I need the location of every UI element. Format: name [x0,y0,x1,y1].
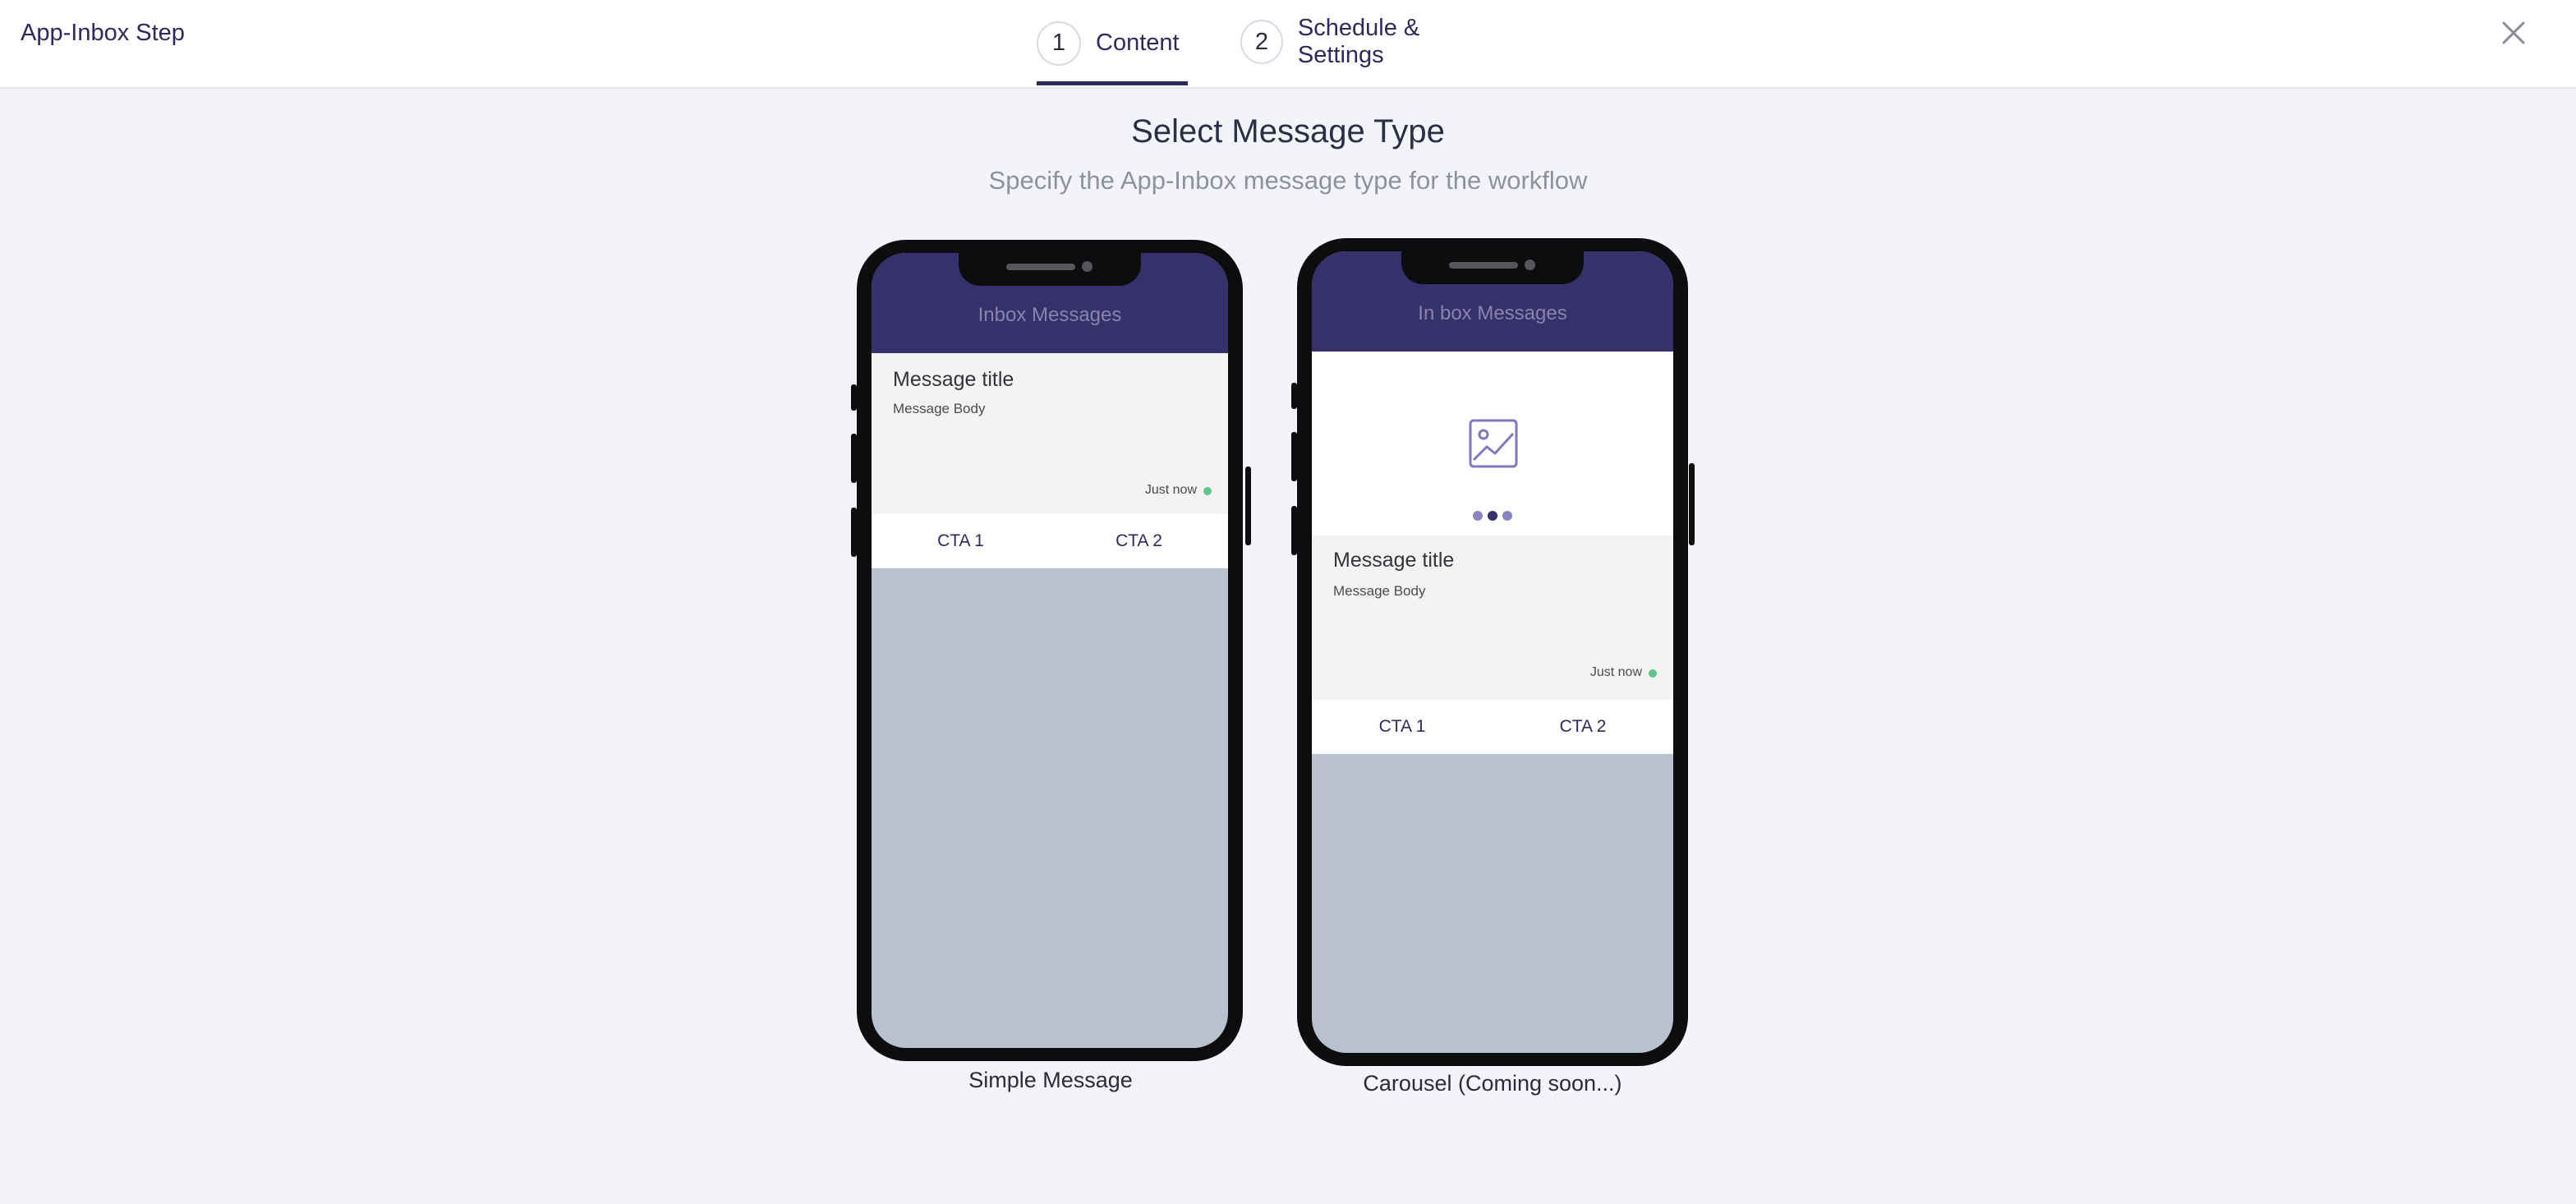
step-number-1: 1 [1037,21,1081,66]
close-icon [2502,21,2525,44]
step-label-schedule-settings: Schedule & Settings [1297,15,1420,68]
message-timestamp: Just now [1589,665,1642,679]
message-body: Message Body [1333,583,1426,599]
close-button[interactable] [2497,16,2530,49]
top-bar: App-Inbox Step 1 Content 2 Schedule & Se… [0,0,2576,89]
phone-notch [959,253,1141,286]
phone-frame: In box Messages Message title Message Bo… [1297,238,1688,1066]
cta-1-button[interactable]: CTA 1 [1312,700,1493,754]
phone-camera [1082,261,1092,272]
message-card: Message title Message Body Just now [1312,535,1673,700]
app-title: App-Inbox Step [21,20,185,46]
phone-screen: In box Messages Message title Message Bo… [1312,251,1673,1053]
carousel-dot [1488,511,1497,521]
cta-1-button[interactable]: CTA 1 [872,514,1050,568]
phone-speaker [1006,264,1075,270]
message-title: Message title [893,368,1014,391]
phone-frame: Inbox Messages Message title Message Bod… [857,240,1243,1061]
message-card: Message title Message Body Just now [872,353,1228,514]
option-caption-simple-message: Simple Message [968,1068,1133,1092]
carousel-dot [1502,511,1512,521]
phone-camera [1525,260,1535,270]
cta-2-button[interactable]: CTA 2 [1493,700,1673,754]
cta-2-button[interactable]: CTA 2 [1050,514,1228,568]
page-subtitle: Specify the App-Inbox message type for t… [988,166,1588,195]
step-label-content: Content [1096,30,1180,56]
simple-message-option[interactable]: Inbox Messages Message title Message Bod… [851,240,1251,1102]
image-placeholder-icon [1469,419,1518,468]
phone-screen: Inbox Messages Message title Message Bod… [872,253,1228,1048]
phone-side-button [851,384,857,411]
inbox-header-title: Inbox Messages [978,304,1122,326]
phone-notch [1401,251,1584,284]
step-schedule-settings-tab[interactable]: 2 Schedule & Settings [1240,8,1503,85]
option-caption-carousel: Carousel (Coming soon...) [1363,1071,1622,1096]
carousel-indicator [1312,511,1673,521]
carousel-option[interactable]: In box Messages Message title Message Bo… [1291,238,1695,1101]
phone-side-button [851,434,857,483]
cta-row: CTA 1 CTA 2 [872,514,1228,568]
carousel-dot [1473,511,1483,521]
step-number-2: 2 [1240,20,1283,64]
phone-side-button [1291,432,1297,481]
unread-status-dot [1203,487,1212,495]
phone-side-button [1291,383,1297,409]
page-title: Select Message Type [1131,113,1445,149]
phone-side-button [851,508,857,557]
carousel-image-area [1312,352,1673,535]
step-content-tab[interactable]: 1 Content [1037,8,1188,85]
phone-side-button [1291,506,1297,555]
cta-row: CTA 1 CTA 2 [1312,700,1673,754]
phone-power-button [1689,463,1695,545]
message-title: Message title [1333,549,1455,572]
phone-power-button [1245,466,1251,545]
message-timestamp: Just now [1144,483,1197,497]
unread-status-dot [1649,669,1657,678]
message-body: Message Body [893,401,986,416]
phone-speaker [1449,262,1518,269]
inbox-header-title: In box Messages [1418,302,1567,324]
